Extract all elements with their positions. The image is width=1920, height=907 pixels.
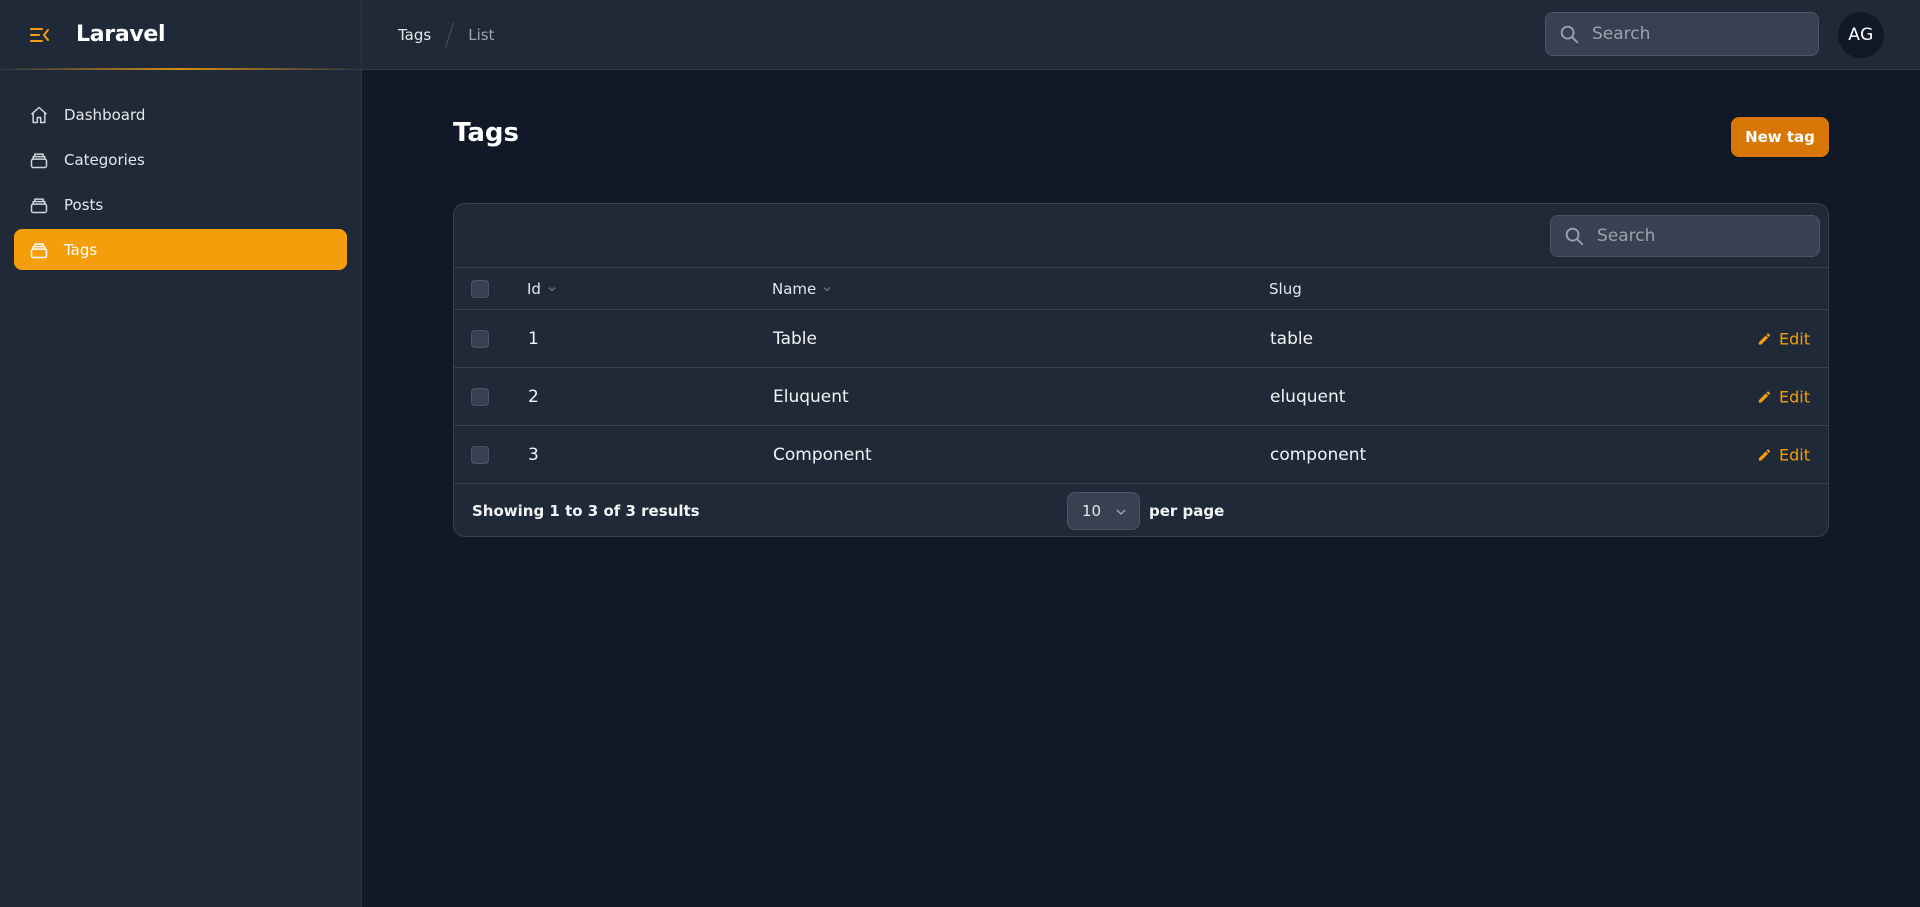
collection-icon: [28, 194, 50, 216]
column-header-slug: Slug: [1269, 279, 1302, 298]
search-icon: [1560, 25, 1579, 44]
table-header-row: Id Name Slug: [454, 268, 1828, 310]
app-root: Laravel Dashboard Categories Posts Tags …: [0, 0, 1920, 907]
search-icon: [1565, 227, 1584, 246]
cell-id: 3: [528, 444, 539, 465]
sidebar-item-label: Dashboard: [64, 105, 146, 124]
table-row: 2 Eluquent eluquent Edit: [454, 368, 1828, 426]
cell-name: Eluquent: [773, 386, 849, 407]
table-row: 3 Component component Edit: [454, 426, 1828, 484]
table-footer: Showing 1 to 3 of 3 results 10 per page: [454, 484, 1828, 536]
table-row: 1 Table table Edit: [454, 310, 1828, 368]
per-page-label: per page: [1149, 502, 1225, 520]
global-search[interactable]: [1545, 12, 1819, 56]
collapse-sidebar-icon[interactable]: [28, 23, 52, 47]
edit-button[interactable]: Edit: [1757, 329, 1810, 348]
table-search-input[interactable]: [1597, 226, 1819, 246]
pencil-icon: [1758, 390, 1771, 403]
per-page-value: 10: [1082, 502, 1102, 520]
cell-id: 2: [528, 386, 539, 407]
page-title: Tags: [453, 118, 520, 148]
tags-table-card: Id Name Slug 1 Table table Edit 2 Eluque…: [453, 203, 1829, 537]
chevron-down-icon: [1116, 509, 1126, 516]
sidebar: Laravel Dashboard Categories Posts Tags: [0, 0, 362, 907]
sidebar-nav: Dashboard Categories Posts Tags: [0, 70, 361, 298]
pencil-icon: [1758, 448, 1771, 461]
table-toolbar: [454, 204, 1828, 268]
cell-slug: eluquent: [1270, 386, 1346, 407]
home-icon: [28, 104, 50, 126]
sidebar-item-label: Posts: [64, 195, 104, 214]
sidebar-item-tags[interactable]: Tags: [14, 229, 347, 270]
edit-button[interactable]: Edit: [1757, 387, 1810, 406]
pencil-icon: [1758, 332, 1771, 345]
sidebar-header: Laravel: [0, 0, 361, 70]
collection-icon: [28, 239, 50, 261]
column-header-label: Id: [527, 279, 541, 298]
sidebar-item-dashboard[interactable]: Dashboard: [14, 94, 347, 135]
edit-label: Edit: [1779, 329, 1810, 348]
breadcrumb-separator: [445, 21, 455, 48]
per-page-select[interactable]: 10: [1067, 492, 1140, 530]
edit-label: Edit: [1779, 445, 1810, 464]
collection-icon: [28, 149, 50, 171]
column-header-name[interactable]: Name: [772, 280, 832, 298]
breadcrumb-item-list: List: [468, 25, 495, 44]
row-checkbox[interactable]: [471, 329, 489, 348]
column-header-label: Name: [772, 279, 817, 298]
results-summary: Showing 1 to 3 of 3 results: [472, 502, 700, 520]
new-tag-button[interactable]: New tag: [1731, 117, 1829, 157]
cell-name: Component: [773, 444, 872, 465]
sort-icon: [823, 286, 831, 291]
row-checkbox[interactable]: [471, 445, 489, 464]
edit-label: Edit: [1779, 387, 1810, 406]
sidebar-item-categories[interactable]: Categories: [14, 139, 347, 180]
avatar[interactable]: AG: [1838, 12, 1884, 58]
sort-icon: [548, 286, 556, 291]
cell-name: Table: [773, 328, 817, 349]
topbar: Tags List AG: [362, 0, 1920, 70]
edit-button[interactable]: Edit: [1757, 445, 1810, 464]
brand-name[interactable]: Laravel: [76, 22, 166, 47]
column-header-id[interactable]: Id: [527, 280, 557, 298]
cell-slug: component: [1270, 444, 1367, 465]
row-checkbox[interactable]: [471, 387, 489, 406]
global-search-input[interactable]: [1592, 24, 1818, 44]
breadcrumb: Tags List: [398, 21, 495, 48]
sidebar-item-label: Tags: [64, 240, 98, 259]
breadcrumb-item-tags[interactable]: Tags: [398, 26, 431, 44]
select-all-checkbox[interactable]: [471, 279, 489, 298]
table-search[interactable]: [1550, 215, 1820, 257]
cell-id: 1: [528, 328, 539, 349]
sidebar-item-label: Categories: [64, 150, 145, 169]
cell-slug: table: [1270, 328, 1314, 349]
sidebar-item-posts[interactable]: Posts: [14, 184, 347, 225]
